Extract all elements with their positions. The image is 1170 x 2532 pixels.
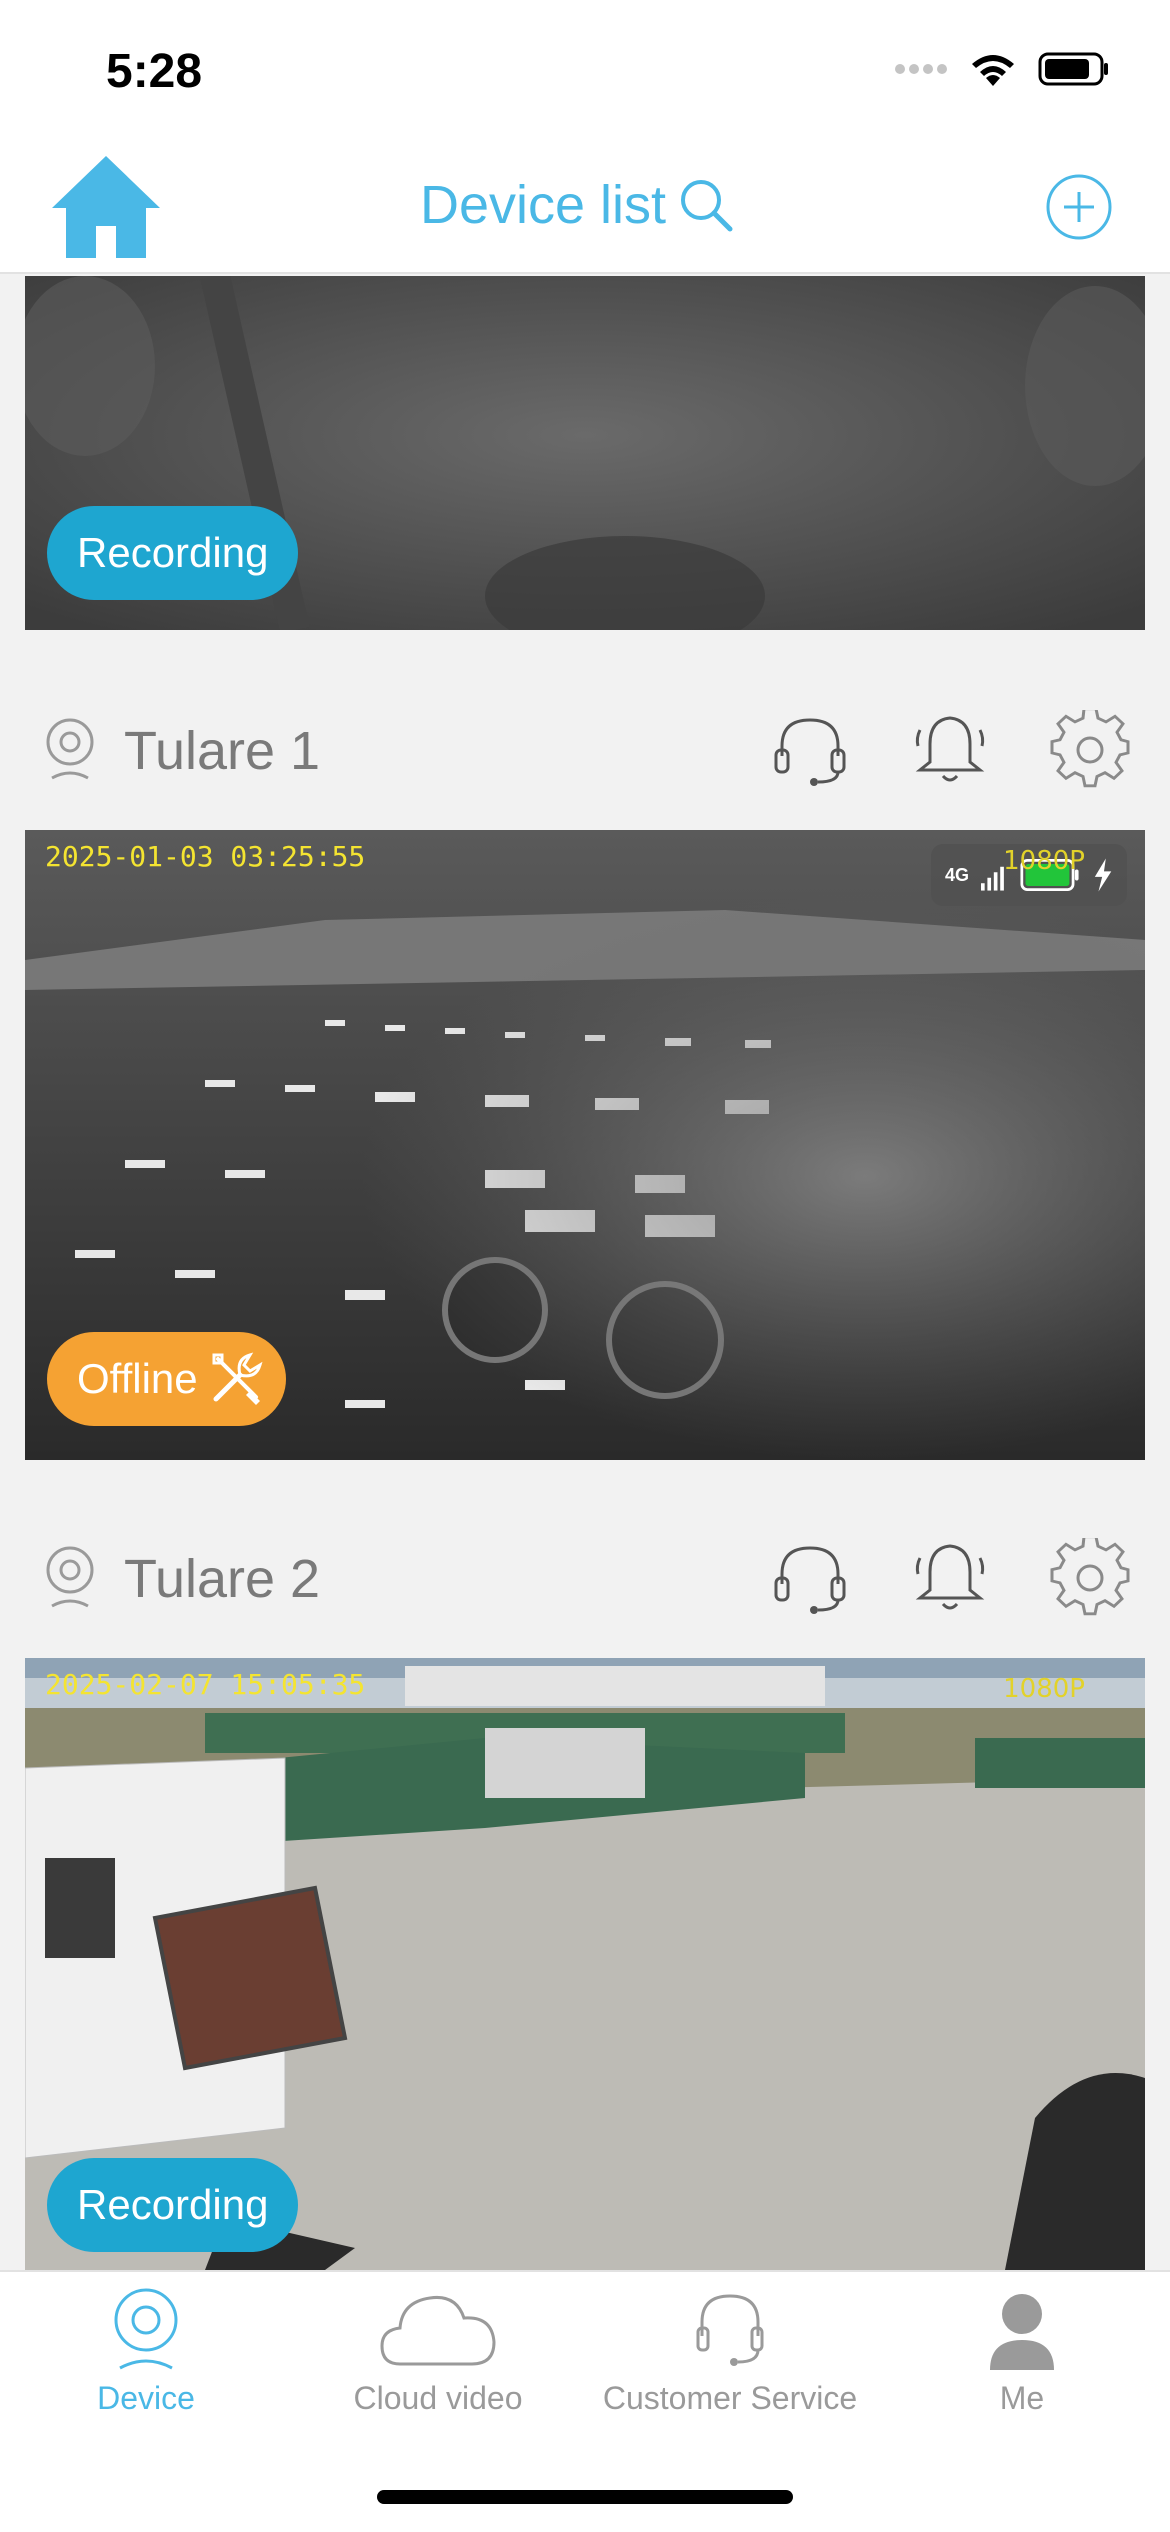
device-name: Tulare 2 xyxy=(124,1549,321,1609)
tab-me[interactable]: Me xyxy=(876,2286,1168,2417)
camera-preview[interactable]: 2025-01-03 03:25:55 4G 1080P Offline xyxy=(25,830,1145,1460)
cloud-icon xyxy=(380,2295,496,2366)
device-name: Tulare 1 xyxy=(124,721,321,781)
camera-preview[interactable]: Recording xyxy=(25,276,1145,630)
recording-badge[interactable]: Recording xyxy=(47,2158,299,2252)
nav-bar: Device list xyxy=(0,140,1170,274)
home-icon[interactable] xyxy=(48,154,164,262)
tab-label: Device xyxy=(97,2380,195,2416)
osd-timestamp: 2025-01-03 03:25:55 xyxy=(45,840,366,873)
status-bar: 5:28 xyxy=(0,0,1170,140)
person-icon xyxy=(990,2294,1054,2370)
headset-icon xyxy=(696,2294,764,2366)
recording-badge[interactable]: Recording xyxy=(47,506,299,600)
device-feed[interactable]: Recording Tulare 1 2025-01-03 03:25:55 4… xyxy=(0,276,1170,2270)
osd-resolution: 1080P xyxy=(1003,1674,1085,1704)
bell-icon[interactable] xyxy=(910,1538,990,1618)
tools-icon xyxy=(212,1352,263,1405)
camera-icon xyxy=(46,1546,94,1608)
offline-badge[interactable]: Offline xyxy=(47,1332,286,1426)
device-list-search[interactable]: Device list xyxy=(420,174,736,236)
battery-icon xyxy=(1038,52,1108,86)
status-icons xyxy=(894,50,1110,88)
osd-timestamp: 2025-02-07 15:05:35 xyxy=(45,1668,366,1701)
tab-cloud-video[interactable]: Cloud video xyxy=(292,2286,584,2417)
page-title: Device list xyxy=(420,175,667,235)
device-header: Tulare 1 xyxy=(0,686,1170,806)
camera-icon xyxy=(46,718,94,780)
wifi-icon xyxy=(972,55,1014,86)
tab-customer-service[interactable]: Customer Service xyxy=(584,2286,876,2417)
offline-label: Offline xyxy=(77,1355,198,1402)
camera-icon xyxy=(114,2288,178,2370)
bell-icon[interactable] xyxy=(910,710,990,790)
signal-icon xyxy=(895,64,947,74)
tab-label: Me xyxy=(999,2380,1045,2416)
tab-device[interactable]: Device xyxy=(0,2286,292,2417)
gear-icon[interactable] xyxy=(1050,710,1130,790)
tab-label: Cloud video xyxy=(353,2380,523,2416)
charging-icon xyxy=(1094,858,1112,892)
status-time: 5:28 xyxy=(106,45,203,98)
osd-resolution: 1080P xyxy=(1003,846,1085,876)
headset-icon[interactable] xyxy=(770,710,850,790)
gear-icon[interactable] xyxy=(1050,1538,1130,1618)
headset-icon[interactable] xyxy=(770,1538,850,1618)
home-indicator[interactable] xyxy=(377,2490,793,2504)
tab-label: Customer Service xyxy=(602,2380,858,2416)
camera-preview[interactable]: 2025-02-07 15:05:35 1080P Recording xyxy=(25,1658,1145,2270)
search-icon[interactable] xyxy=(676,175,736,235)
device-header: Tulare 2 xyxy=(0,1514,1170,1634)
add-device-button[interactable] xyxy=(1044,172,1114,242)
network-label: 4G xyxy=(945,864,970,885)
